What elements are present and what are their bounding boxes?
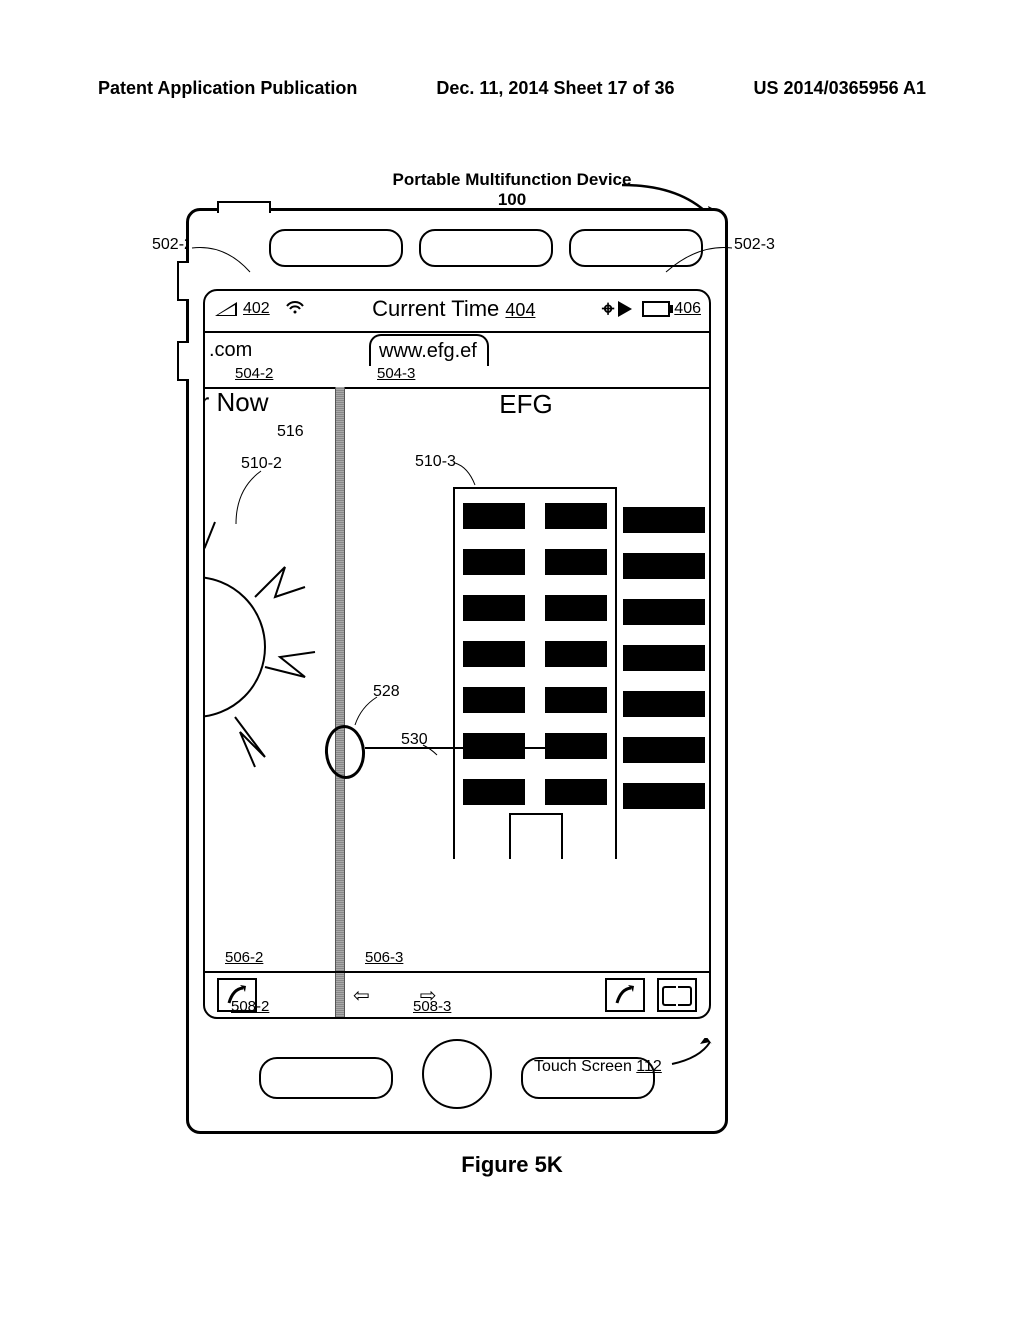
side-building-graphic xyxy=(615,507,705,857)
right-pane[interactable]: EFG xyxy=(343,387,709,973)
ref-504-2: 504-2 xyxy=(235,365,273,382)
ref-508-3: 508-3 xyxy=(413,998,451,1015)
url-left-partial[interactable]: .com xyxy=(205,339,343,362)
ref-508-2: 508-2 xyxy=(231,998,269,1015)
header-center: Dec. 11, 2014 Sheet 17 of 36 xyxy=(436,78,674,99)
touch-screen[interactable]: 402 Current Time 404 ⌖ 406 .com www.efg.… xyxy=(203,289,711,1019)
status-bar: 402 Current Time 404 ⌖ 406 xyxy=(205,291,709,327)
sensor-pill-1 xyxy=(269,229,403,267)
side-button-1[interactable] xyxy=(177,261,189,301)
bottom-pill-left xyxy=(259,1057,393,1099)
side-button-2[interactable] xyxy=(177,341,189,381)
browser-toolbar: 508-2 ⇦ 508-3 ⇨ xyxy=(205,971,709,1017)
callout-502-3: 502-3 xyxy=(734,236,775,254)
signal-icon xyxy=(215,302,237,316)
device-reference-number: 100 xyxy=(0,190,1024,210)
device-title: Portable Multifunction Device xyxy=(0,170,1024,190)
share-icon xyxy=(615,985,635,1005)
home-button[interactable] xyxy=(422,1039,492,1109)
lead-510-3 xyxy=(453,461,483,491)
share-button-right[interactable] xyxy=(605,978,645,1012)
label-510-3: 510-3 xyxy=(415,453,456,471)
url-right-tab[interactable]: www.efg.ef xyxy=(369,334,489,366)
sun-icon xyxy=(205,517,325,777)
lead-528 xyxy=(353,695,383,729)
content-bottom-refs: 506-2 506-3 xyxy=(205,949,709,971)
ref-506-2: 506-2 xyxy=(225,949,263,966)
header-left: Patent Application Publication xyxy=(98,78,357,99)
bookmarks-button[interactable] xyxy=(657,978,697,1012)
lead-530 xyxy=(421,743,441,757)
ref-402: 402 xyxy=(243,300,270,318)
ref-406: 406 xyxy=(674,300,701,318)
header-right: US 2014/0365956 A1 xyxy=(754,78,926,99)
toolbar-divider xyxy=(335,973,345,1017)
lead-510-2 xyxy=(231,469,291,529)
device-frame: 402 Current Time 404 ⌖ 406 .com www.efg.… xyxy=(186,208,728,1134)
current-time-label: Current Time 404 xyxy=(306,296,602,322)
lead-502-2 xyxy=(190,242,260,282)
building-graphic xyxy=(453,487,617,859)
bluetooth-icon: ⌖ xyxy=(602,296,614,322)
lead-502-3 xyxy=(660,242,736,282)
left-pane-title: ather Now xyxy=(205,387,269,418)
figure-caption: Figure 5K xyxy=(0,1152,1024,1178)
battery-icon xyxy=(642,301,670,317)
content-area: ather Now EFG xyxy=(205,387,709,973)
url-bar-row: .com www.efg.ef xyxy=(205,331,709,367)
wifi-icon xyxy=(284,299,306,320)
touch-screen-lead xyxy=(670,1038,730,1068)
play-icon xyxy=(618,301,632,317)
ref-504-3: 504-3 xyxy=(377,365,415,382)
ref-506-3: 506-3 xyxy=(365,949,403,966)
page-header: Patent Application Publication Dec. 11, … xyxy=(98,78,926,99)
label-516: 516 xyxy=(277,423,304,441)
back-button[interactable]: ⇦ xyxy=(353,983,370,1008)
url-reference-row: 504-2 504-3 xyxy=(205,365,709,389)
touch-screen-label: Touch Screen 112 xyxy=(534,1058,662,1076)
sensor-pill-2 xyxy=(419,229,553,267)
speaker-slot xyxy=(217,201,271,213)
right-pane-title: EFG xyxy=(343,389,709,420)
gesture-arrow xyxy=(365,747,575,749)
